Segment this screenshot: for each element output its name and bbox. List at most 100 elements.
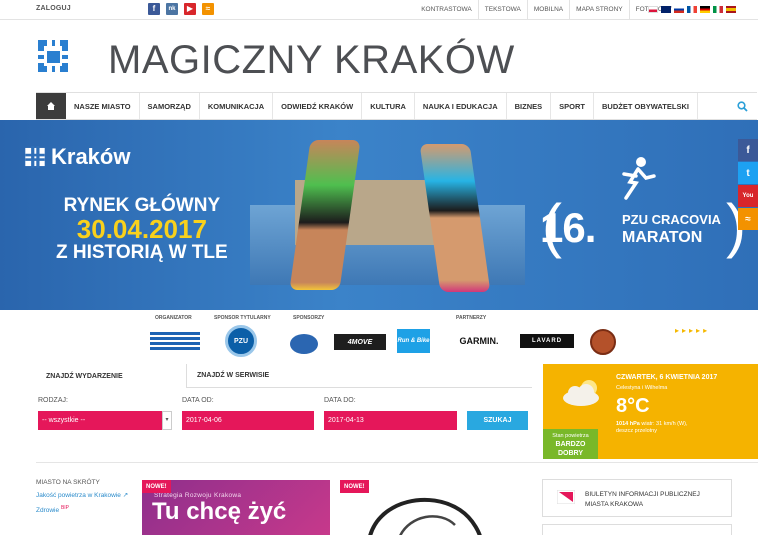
- shortcuts-heading: MIASTO NA SKRÓTY: [36, 479, 100, 486]
- section-divider: [36, 462, 758, 463]
- weather-temperature: 8°C: [616, 395, 650, 417]
- banner-line1: RYNEK GŁÓWNY: [63, 195, 221, 216]
- krakow-logo-icon: [25, 146, 45, 168]
- partner-round-logo[interactable]: [590, 329, 616, 355]
- search-submit-button[interactable]: SZUKAJ: [467, 411, 528, 430]
- health-link[interactable]: Zdrowie BIP: [36, 505, 131, 516]
- top-social-icons: f nk ▶ ≈: [148, 3, 214, 15]
- nav-item-nasze-miasto[interactable]: NASZE MIASTO: [66, 93, 140, 119]
- bip-link[interactable]: BIULETYN INFORMACJI PUBLICZNEJ MIASTA KR…: [542, 479, 732, 517]
- bip-line1: BIULETYN INFORMACJI PUBLICZNEJ: [585, 491, 700, 498]
- login-link[interactable]: ZALOGUJ: [36, 5, 71, 12]
- hero-banner[interactable]: Kraków RYNEK GŁÓWNY 30.04.2017 Z HISTORI…: [0, 120, 758, 310]
- side-social-bar: f t You ≈: [738, 139, 758, 230]
- health-link-text: Zdrowie: [36, 506, 60, 514]
- nav-item-odwiedz-krakow[interactable]: ODWIEDŹ KRAKÓW: [273, 93, 363, 119]
- weather-widget[interactable]: CZWARTEK, 6 KWIETNIA 2017 Celestyna i Wi…: [543, 364, 758, 459]
- weather-details: 1014 hPa wiatr: 31 km/h (W), deszcz prze…: [616, 421, 731, 436]
- banner-headline: RYNEK GŁÓWNY 30.04.2017 Z HISTORIĄ W TLE: [56, 196, 228, 263]
- facebook-icon[interactable]: f: [738, 139, 758, 161]
- marathon-runner-icon: [622, 157, 656, 200]
- search-icon: [736, 100, 748, 112]
- nav-item-nauka[interactable]: NAUKA I EDUKACJA: [415, 93, 507, 119]
- category-select[interactable]: -- wszystkie -- ▾: [38, 411, 172, 430]
- organizer-logo[interactable]: [150, 332, 200, 350]
- banner-brand: Kraków: [25, 144, 130, 170]
- flag-fr-icon[interactable]: [687, 6, 697, 13]
- run-and-bike-logo[interactable]: Run & Bike: [397, 329, 430, 353]
- flag-es-icon[interactable]: [726, 6, 736, 13]
- chevron-down-icon: ▾: [162, 411, 172, 430]
- banner-brand-text: Kraków: [51, 144, 131, 169]
- sitemap-link[interactable]: MAPA STRONY: [569, 0, 628, 19]
- bip-icon: [557, 490, 575, 504]
- top-links: KONTRASTOWA TEKSTOWA MOBILNA MAPA STRONY…: [415, 0, 678, 19]
- strategy-big-text: Tu chcę żyć: [152, 498, 287, 525]
- text-version-link[interactable]: TEKSTOWA: [477, 0, 527, 19]
- rss-icon[interactable]: ≈: [202, 3, 214, 15]
- contrast-link[interactable]: KONTRASTOWA: [415, 0, 478, 19]
- main-nav: NASZE MIASTO SAMORZĄD KOMUNIKACJA ODWIED…: [36, 92, 757, 120]
- weather-condition: deszcz przelotny: [616, 428, 657, 435]
- date-to-input[interactable]: 2017-04-13: [324, 411, 457, 430]
- new-badge: NOWE!: [340, 480, 369, 493]
- weather-pressure: 1014 hPa: [616, 421, 640, 427]
- nav-item-budzet[interactable]: BUDŻET OBYWATELSKI: [594, 93, 698, 119]
- mobile-version-link[interactable]: MOBILNA: [526, 0, 569, 19]
- marathon-sponsor: PZU CRACOVIA: [622, 212, 721, 227]
- flag-pl-icon[interactable]: [648, 6, 658, 13]
- rss-icon[interactable]: ≈: [738, 208, 758, 230]
- date-to-label: DATA DO:: [324, 397, 356, 404]
- pzu-logo[interactable]: PZU: [225, 325, 257, 357]
- flag-gb-icon[interactable]: [661, 6, 671, 13]
- category-label: RODZAJ:: [38, 397, 68, 404]
- weather-wind: wiatr: 31 km/h (W),: [641, 421, 688, 427]
- flag-ru-icon[interactable]: [674, 6, 684, 13]
- home-icon: [47, 102, 55, 110]
- lavard-logo[interactable]: LAVARD: [520, 334, 574, 348]
- bip-line2: MIASTA KRAKOWA: [585, 500, 644, 508]
- twitter-icon[interactable]: t: [738, 162, 758, 184]
- air-quality-label: Stan powietrza: [552, 433, 589, 439]
- date-from-input[interactable]: 2017-04-06: [182, 411, 314, 430]
- home-button[interactable]: [36, 93, 66, 119]
- air-quality-link[interactable]: Jakość powietrza w Krakowie ↗: [36, 492, 131, 501]
- sponsors-next-arrows-icon[interactable]: ▸▸▸▸▸: [675, 326, 710, 335]
- banner-line3: Z HISTORIĄ W TLE: [56, 242, 228, 264]
- youtube-icon[interactable]: You: [738, 185, 758, 207]
- nav-item-sport[interactable]: SPORT: [551, 93, 594, 119]
- nav-item-samorzad[interactable]: SAMORZĄD: [140, 93, 200, 119]
- tab-find-in-site[interactable]: ZNAJDŹ W SERWISIE: [186, 364, 532, 388]
- flag-it-icon[interactable]: [713, 6, 723, 13]
- sponsors-strip: ORGANIZATOR SPONSOR TYTULARNY SPONSORZY …: [0, 312, 758, 360]
- 4move-logo[interactable]: 4MOVE: [334, 334, 386, 350]
- facebook-icon[interactable]: f: [148, 3, 160, 15]
- youtube-icon[interactable]: ▶: [184, 3, 196, 15]
- nk-icon[interactable]: nk: [166, 3, 178, 15]
- tab-find-event[interactable]: ZNAJDŹ WYDARZENIE: [36, 364, 186, 388]
- sponsor-label-partners: PARTNERZY: [456, 315, 487, 321]
- weather-nameday: Celestyna i Wilhelma: [616, 385, 668, 391]
- nav-item-komunikacja[interactable]: KOMUNIKACJA: [200, 93, 274, 119]
- nav-item-kultura[interactable]: KULTURA: [362, 93, 415, 119]
- top-bar: ZALOGUJ f nk ▶ ≈ KONTRASTOWA TEKSTOWA MO…: [0, 0, 758, 20]
- next-box[interactable]: [542, 524, 732, 535]
- shortcuts-list: MIASTO NA SKRÓTY Jakość powietrza w Krak…: [36, 479, 131, 520]
- bip-text: BIULETYN INFORMACJI PUBLICZNEJ MIASTA KR…: [585, 490, 700, 510]
- search-button[interactable]: [727, 93, 757, 119]
- new-badge: NOWE!: [142, 480, 171, 493]
- site-title[interactable]: MAGICZNY KRAKÓW: [108, 38, 515, 83]
- krakow-logo-icon[interactable]: [38, 36, 68, 76]
- air-quality-box[interactable]: Stan powietrza BARDZO DOBRY: [543, 429, 598, 459]
- marathon-title: PZU CRACOVIA MARATON: [622, 212, 721, 248]
- flag-de-icon[interactable]: [700, 6, 710, 13]
- air-quality-value: BARDZO DOBRY: [555, 441, 586, 458]
- language-flags: [648, 6, 736, 13]
- garmin-logo[interactable]: GARMIN.: [455, 334, 503, 348]
- marathon-label: MARATON: [622, 229, 703, 247]
- nav-item-biznes[interactable]: BIZNES: [507, 93, 552, 119]
- category-value: -- wszystkie --: [42, 417, 86, 424]
- sponsor-oval-logo[interactable]: [290, 334, 318, 354]
- weather-date: CZWARTEK, 6 KWIETNIA 2017: [616, 374, 718, 381]
- cloud-sun-icon: [563, 380, 599, 406]
